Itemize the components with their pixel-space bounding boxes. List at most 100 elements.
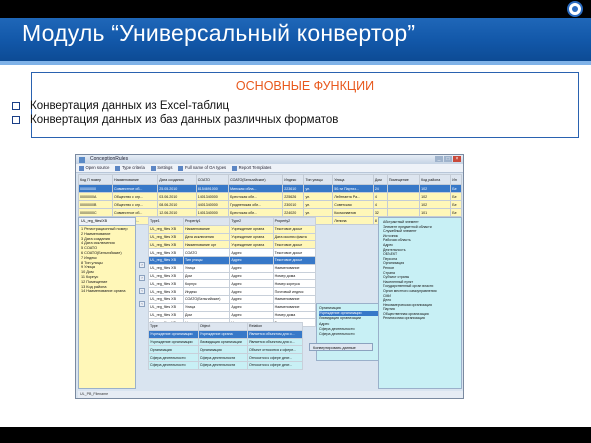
table-cell: Организация bbox=[197, 345, 248, 355]
functions-box: ОСНОВНЫЕ ФУНКЦИИ Конвертация данных из E… bbox=[12, 72, 579, 138]
table-cell bbox=[386, 200, 421, 209]
table-row[interactable]: Учреждение организации Ликвидация организ… bbox=[148, 337, 304, 347]
bullet-item: Конвертация данных из баз данных различн… bbox=[12, 114, 338, 126]
table-cell: 4 bbox=[372, 200, 388, 209]
table-cell: Дом bbox=[182, 310, 231, 320]
arrow-right-icon[interactable]: › bbox=[139, 262, 145, 268]
source-fields-list[interactable]: 1 Регистрационный номер 2 Наименование 3 Д… bbox=[79, 226, 135, 294]
table-cell: Учреждение организации bbox=[148, 337, 199, 347]
table-row[interactable]: Учреждение организации Учреждение органа Я… bbox=[148, 329, 304, 339]
window-titlebar: ConceptionRules _ □ × bbox=[76, 155, 463, 164]
column-header[interactable]: Дата создания bbox=[157, 174, 197, 185]
table-cell: Гродненская обл... bbox=[228, 200, 284, 209]
toolbar-button-label: Full name of OA types bbox=[184, 165, 227, 170]
convert-data-popup[interactable]: Конвертировать данные bbox=[309, 343, 373, 351]
table-row[interactable]: UL_reg_files XB СОАТО Адрес Текстовое досье bbox=[148, 248, 317, 257]
table-row[interactable]: UL_reg_files XB Улица Адрес Наименование bbox=[148, 302, 317, 312]
table-cell: Бе bbox=[450, 184, 462, 193]
table-cell: Общество с огр... bbox=[111, 200, 159, 209]
column-header[interactable]: Object bbox=[197, 322, 248, 331]
column-header[interactable]: Наименование bbox=[111, 174, 159, 185]
toolbar-button[interactable]: Settings bbox=[150, 164, 172, 172]
list-item[interactable]: 14 Наименование органа bbox=[81, 289, 135, 294]
toolbar-button[interactable]: Open source bbox=[79, 164, 109, 172]
arrow-right-icon[interactable]: › bbox=[139, 275, 145, 281]
table-row[interactable]: Организация Организация Объект относится к… bbox=[148, 345, 304, 355]
table-cell: 25.05.2010 bbox=[157, 184, 197, 193]
table-row[interactable]: 0000000A Общество с огр... 03.06.2010 14013… bbox=[78, 192, 462, 201]
column-header[interactable]: Type1 bbox=[148, 217, 184, 226]
table-cell: Тип улицы bbox=[182, 255, 231, 265]
bottom-black-bar bbox=[0, 427, 591, 443]
table-row[interactable]: Сфера деятельности Сфера деятельности Отно… bbox=[148, 360, 304, 370]
table-cell: Дата исключ факта bbox=[272, 232, 317, 242]
table-row[interactable]: 0000000C Совместное об... 12.06.2010 140134… bbox=[78, 208, 462, 217]
column-header[interactable]: Ин bbox=[450, 174, 462, 185]
table-row[interactable]: UL_reg_files XBНаименование оргУчреждени… bbox=[148, 240, 317, 250]
column-header[interactable]: Property2 bbox=[272, 217, 317, 226]
table-cell: UL_reg_files XB bbox=[148, 263, 184, 273]
toolbar-icon bbox=[178, 165, 184, 171]
table-cell: Адрес bbox=[229, 263, 274, 273]
table-row[interactable]: UL_reg_files XB Индекс Адрес Почтовый индек… bbox=[148, 287, 317, 296]
table-row[interactable]: Сфера деятельности Сфера деятельности Отно… bbox=[148, 353, 304, 362]
table-row[interactable]: UL_reg_files XB Дом Адрес Номер дома bbox=[148, 271, 317, 281]
table-cell: Совместное об... bbox=[111, 208, 159, 217]
column-header[interactable]: Помещение bbox=[386, 174, 421, 185]
table-cell: Адрес bbox=[229, 287, 274, 296]
table-row[interactable]: 00000000 Совместное об... 25.05.2010 815469… bbox=[78, 184, 462, 193]
table-cell: UL_reg_files XB bbox=[148, 294, 184, 304]
table-row[interactable]: UL_reg_files XB Дата исключения Учреждение… bbox=[148, 232, 317, 242]
table-row[interactable]: UL_reg_files XB Улица Адрес Наименование bbox=[148, 263, 317, 273]
table-cell: Адрес bbox=[229, 279, 274, 289]
table-cell bbox=[386, 184, 421, 193]
table-cell: Индекс bbox=[182, 287, 231, 296]
table-cell: Текстовое досье bbox=[272, 224, 317, 234]
column-header[interactable]: Relation bbox=[246, 322, 304, 331]
top-black-bar bbox=[0, 0, 591, 18]
checkbox-bullet-icon bbox=[12, 102, 20, 110]
column-header[interactable]: Дом bbox=[372, 174, 388, 185]
column-header[interactable]: Индекс bbox=[282, 174, 305, 185]
column-header[interactable]: Код района bbox=[419, 174, 452, 185]
toolbar-button-label: Report Templates bbox=[238, 165, 272, 170]
toolbar-button[interactable]: Type criteria bbox=[115, 164, 145, 172]
table-cell: 0000000A bbox=[78, 192, 113, 201]
mapping-grid[interactable]: Type1 Property1 Type2 Property2 UL_reg_files… bbox=[148, 217, 317, 328]
table-row[interactable]: UL_reg_files XB Корпус Адрес Номер корпуса bbox=[148, 279, 317, 289]
table-cell: Относится к сфере деят... bbox=[246, 360, 304, 370]
minimize-icon[interactable]: _ bbox=[435, 156, 443, 162]
table-cell: Адрес bbox=[229, 248, 274, 257]
column-header[interactable]: Type bbox=[148, 322, 199, 331]
toolbar-icon bbox=[232, 165, 238, 171]
close-icon[interactable]: × bbox=[453, 156, 461, 162]
arrow-left-icon[interactable]: ‹ bbox=[139, 288, 145, 294]
table-row[interactable]: UL_reg_files XB Дом Адрес Номер дома bbox=[148, 310, 317, 320]
tree-item[interactable]: Религиозная организация bbox=[383, 316, 461, 321]
column-header[interactable]: Type2 bbox=[229, 217, 274, 226]
bullet-text: Конвертация данных из баз данных различн… bbox=[30, 114, 339, 126]
column-header[interactable]: Тип улицы bbox=[303, 174, 334, 185]
arrow-left-icon[interactable]: ‹ bbox=[139, 301, 145, 307]
table-cell: ул. bbox=[303, 200, 334, 209]
column-header[interactable]: СОАТО bbox=[195, 174, 230, 185]
table-cell: Адрес bbox=[229, 310, 274, 320]
column-header[interactable]: Property1 bbox=[182, 217, 231, 226]
table-row[interactable]: 0000000B Общество с огр... 08.06.2010 44013… bbox=[78, 200, 462, 209]
toolbar-button[interactable]: Report Templates bbox=[232, 164, 271, 172]
table-row[interactable]: UL_reg_files XB Тип улицы Адрес Текстовое д… bbox=[148, 255, 317, 265]
table-cell: UL_reg_files XB bbox=[148, 287, 184, 296]
column-header[interactable]: Код П номер bbox=[78, 174, 113, 185]
source-fields-panel[interactable]: UL_reg_files/XB 1 Регистрационный номер 2… bbox=[78, 217, 136, 389]
column-header[interactable]: Улица bbox=[332, 174, 374, 185]
table-cell: 32 bbox=[372, 208, 388, 217]
relations-grid[interactable]: Type Object Relation Учреждение организации… bbox=[148, 322, 304, 370]
column-header[interactable]: СОАТО(Бельгийские) bbox=[228, 174, 284, 185]
toolbar-button[interactable]: Full name of OA types bbox=[178, 164, 226, 172]
table-row[interactable]: UL_reg_files XB СОАТО(Бельгийские) Адрес На… bbox=[148, 294, 317, 304]
ontology-tree-panel[interactable]: Абстрактный элемент Элемент предметной об… bbox=[378, 217, 462, 389]
maximize-icon[interactable]: □ bbox=[444, 156, 452, 162]
table-cell: ул. bbox=[303, 208, 334, 217]
table-cell: 00000000 bbox=[78, 184, 113, 193]
table-row[interactable]: UL_reg_files XB Наименование Учреждение ор… bbox=[148, 224, 317, 234]
